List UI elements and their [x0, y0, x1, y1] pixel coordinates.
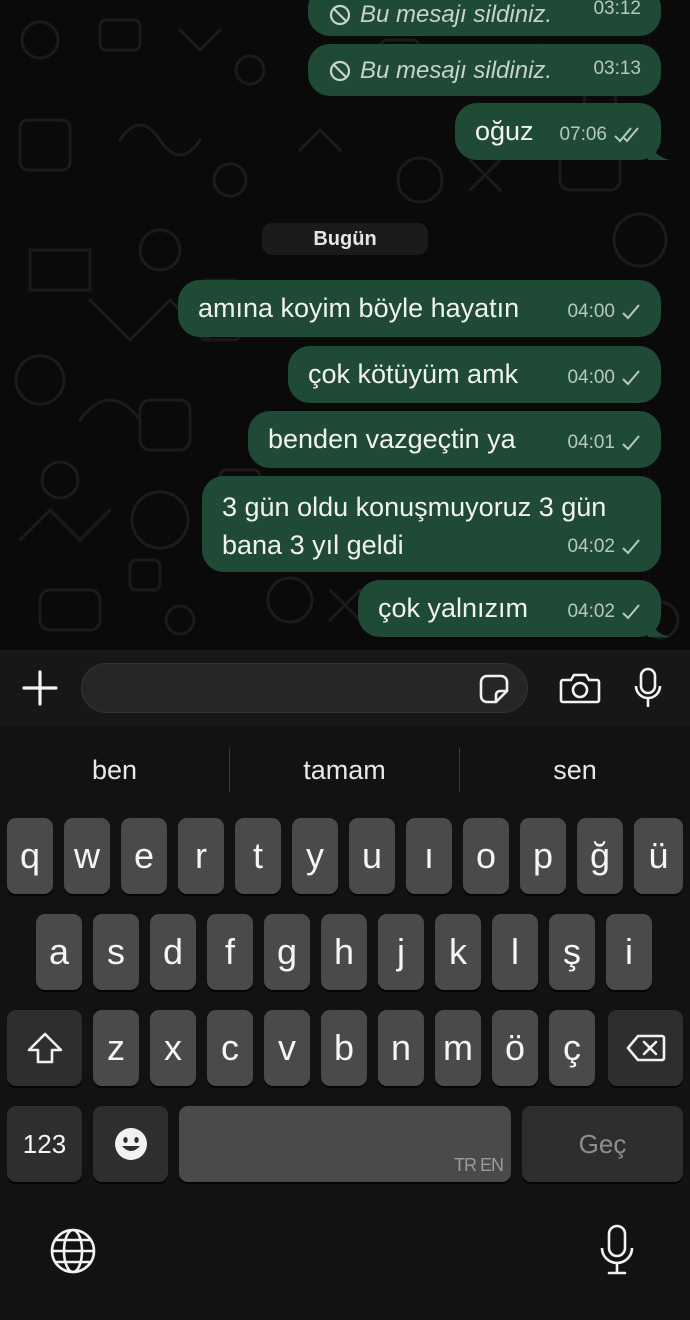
key-x[interactable]: x — [150, 1010, 196, 1086]
message-time: 03:12 — [593, 0, 641, 19]
voice-message-button[interactable] — [630, 666, 666, 710]
numbers-key[interactable]: 123 — [7, 1106, 82, 1182]
backspace-key[interactable] — [608, 1010, 683, 1086]
message-bubble[interactable]: çok yalnızım 04:02 — [358, 580, 670, 637]
key-u-umlaut[interactable]: ü — [634, 818, 683, 894]
message-time: 04:01 — [567, 432, 615, 453]
key-w[interactable]: w — [64, 818, 110, 894]
emoji-icon — [114, 1128, 147, 1160]
double-check-icon — [614, 127, 639, 143]
message-time: 04:00 — [567, 367, 615, 388]
message-bubble[interactable]: oğuz 07:06 — [455, 103, 670, 160]
key-q[interactable]: q — [7, 818, 53, 894]
message-time: 07:06 — [559, 124, 607, 145]
key-a[interactable]: a — [36, 914, 82, 990]
suggestion-bar: ben tamam sen — [0, 744, 690, 796]
sticker-icon — [479, 674, 509, 704]
message-bubble[interactable]: amına koyim böyle hayatın 04:00 — [178, 280, 661, 337]
camera-button[interactable] — [558, 670, 602, 706]
key-g-breve[interactable]: ğ — [577, 818, 623, 894]
message-text: çok kötüyüm amk — [308, 359, 519, 389]
shift-icon — [27, 1032, 62, 1064]
key-p[interactable]: p — [520, 818, 566, 894]
key-i[interactable]: i — [606, 914, 652, 990]
message-time: 04:02 — [567, 536, 615, 557]
keyboard: ben tamam sen q w e r t y u ı o p ğ ü a … — [0, 726, 690, 1320]
deleted-message-icon — [329, 60, 351, 82]
key-s[interactable]: s — [93, 914, 139, 990]
backspace-icon — [626, 1034, 665, 1062]
message-time: 03:13 — [593, 58, 641, 79]
message-text: oğuz — [475, 116, 534, 146]
shift-key[interactable] — [7, 1010, 82, 1086]
plus-icon — [22, 670, 58, 706]
suggestion-item[interactable]: ben — [0, 744, 229, 796]
message-text: çok yalnızım — [378, 593, 529, 623]
message-input[interactable] — [81, 663, 528, 713]
suggestion-item[interactable]: sen — [460, 744, 690, 796]
globe-button[interactable] — [49, 1227, 97, 1275]
message-text: Bu mesajı sildiniz. — [360, 1, 553, 28]
message-input-bar — [0, 650, 690, 726]
message-text: amına koyim böyle hayatın — [198, 293, 520, 323]
message-bubble-deleted[interactable]: Bu mesajı sildiniz. 03:13 — [308, 44, 661, 96]
message-time: 04:02 — [567, 601, 615, 622]
key-c[interactable]: c — [207, 1010, 253, 1086]
key-u[interactable]: u — [349, 818, 395, 894]
space-key[interactable]: TR EN — [179, 1106, 511, 1182]
sticker-button[interactable] — [477, 673, 511, 705]
check-icon — [622, 435, 640, 451]
camera-icon — [559, 673, 601, 704]
language-indicator: TR EN — [454, 1155, 504, 1175]
message-text: Bu mesajı sildiniz. — [360, 57, 553, 84]
key-m[interactable]: m — [435, 1010, 481, 1086]
dictation-button[interactable] — [598, 1224, 636, 1276]
date-separator: Bugün — [262, 223, 428, 255]
message-time: 04:00 — [567, 301, 615, 322]
message-bubble[interactable]: 3 gün oldu konuşmuyoruz 3 gün bana 3 yıl… — [202, 476, 661, 572]
message-text-line: 3 gün oldu konuşmuyoruz 3 gün — [222, 492, 607, 522]
return-key[interactable]: Geç — [522, 1106, 683, 1182]
key-n[interactable]: n — [378, 1010, 424, 1086]
deleted-message-icon — [329, 4, 351, 26]
key-r[interactable]: r — [178, 818, 224, 894]
microphone-icon — [634, 667, 662, 707]
key-t[interactable]: t — [235, 818, 281, 894]
key-o[interactable]: o — [463, 818, 509, 894]
check-icon — [622, 304, 640, 320]
check-icon — [622, 539, 640, 555]
emoji-key[interactable] — [93, 1106, 168, 1182]
key-o-umlaut[interactable]: ö — [492, 1010, 538, 1086]
message-bubble[interactable]: benden vazgeçtin ya 04:01 — [248, 411, 661, 468]
key-c-cedilla[interactable]: ç — [549, 1010, 595, 1086]
globe-icon — [50, 1228, 96, 1274]
chat-area[interactable]: Bu mesajı sildiniz. 03:12 Bu mesajı sild… — [0, 0, 690, 650]
message-text: benden vazgeçtin ya — [268, 424, 516, 454]
key-dotless-i[interactable]: ı — [406, 818, 452, 894]
key-z[interactable]: z — [93, 1010, 139, 1086]
dictation-icon — [600, 1224, 634, 1275]
key-e[interactable]: e — [121, 818, 167, 894]
check-icon — [622, 370, 640, 386]
key-v[interactable]: v — [264, 1010, 310, 1086]
key-g[interactable]: g — [264, 914, 310, 990]
key-d[interactable]: d — [150, 914, 196, 990]
key-l[interactable]: l — [492, 914, 538, 990]
key-b[interactable]: b — [321, 1010, 367, 1086]
key-k[interactable]: k — [435, 914, 481, 990]
bubble-tail — [648, 615, 670, 637]
suggestion-item[interactable]: tamam — [230, 744, 459, 796]
attach-button[interactable] — [18, 668, 62, 708]
message-bubble[interactable]: çok kötüyüm amk 04:00 — [288, 346, 661, 403]
key-f[interactable]: f — [207, 914, 253, 990]
key-h[interactable]: h — [321, 914, 367, 990]
key-y[interactable]: y — [292, 818, 338, 894]
message-bubble-deleted[interactable]: Bu mesajı sildiniz. 03:12 — [308, 0, 661, 36]
bubble-tail — [648, 138, 670, 160]
check-icon — [622, 604, 640, 620]
key-s-cedilla[interactable]: ş — [549, 914, 595, 990]
key-j[interactable]: j — [378, 914, 424, 990]
